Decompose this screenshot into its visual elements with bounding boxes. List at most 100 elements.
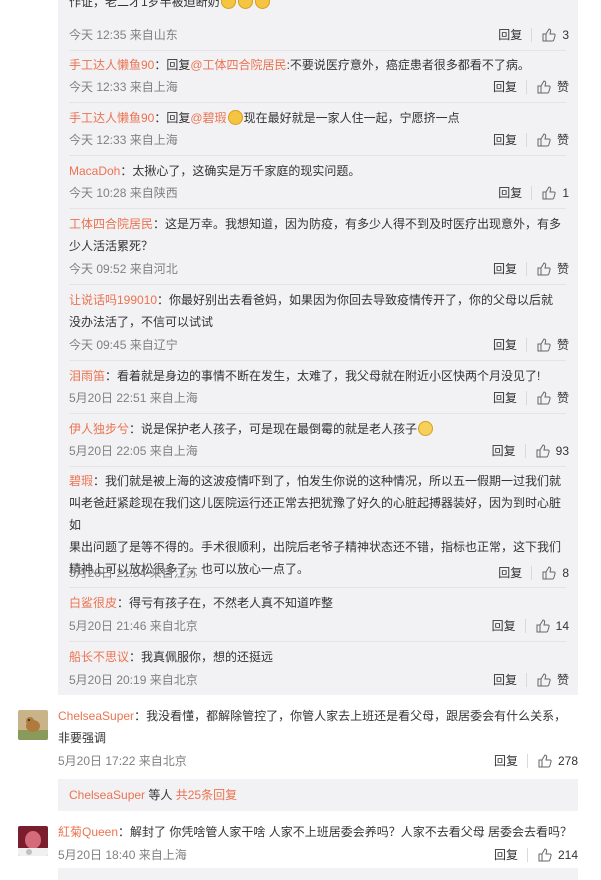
like-button[interactable]: 赞 <box>537 671 569 689</box>
reply-button[interactable]: 回复 <box>493 391 527 405</box>
reply-button[interactable]: 回复 <box>493 262 527 276</box>
mention-link[interactable]: @碧瑕 <box>190 111 226 125</box>
reply-text: 叫老爸赶紧趁现在我们这儿医院运行还正常去把犹豫了好久的心脏起搏器装好，因为到时心… <box>69 496 562 532</box>
like-button[interactable]: 8 <box>542 564 569 582</box>
reply-meta: 今天 12:33 来自上海 回复 赞 <box>69 131 569 149</box>
comment-item: 紅菊Queen：解封了 你凭啥管人家干啥 人家不上班居委会养吗？人家不去看父母 … <box>58 821 578 862</box>
smile-emoji-icon <box>220 0 236 9</box>
comment-time: 5月20日 18:40 来自上海 <box>58 848 187 862</box>
reply-username[interactable]: 让说话吗199010 <box>69 293 157 307</box>
reply-username[interactable]: 手工达人懒鱼90 <box>69 111 154 125</box>
more-replies-link[interactable]: 共25条回复 <box>176 788 237 802</box>
like-count: 14 <box>555 619 569 633</box>
reply-meta: 今天 10:28 来自陕西 回复 1 <box>69 184 569 202</box>
reply-item: 作证，老二才1岁半被迫断奶 今天 12:35 来自山东 回复 3 <box>69 0 569 46</box>
divider <box>69 155 566 156</box>
thumbs-up-icon <box>537 262 551 276</box>
reply-button[interactable]: 回复 <box>493 673 527 687</box>
divider <box>69 102 566 103</box>
reply-item: MacaDoh：太揪心了，这确实是万千家庭的现实问题。 今天 10:28 来自陕… <box>69 160 569 206</box>
reply-time: 今天 12:33 来自上海 <box>69 80 178 94</box>
reply-button[interactable]: 回复 <box>493 338 527 352</box>
divider <box>69 360 566 361</box>
comment-text: 非要强调 <box>58 731 107 745</box>
like-button[interactable]: 赞 <box>537 260 569 278</box>
avatar[interactable] <box>18 710 48 740</box>
reply-button[interactable]: 回复 <box>498 186 533 200</box>
reply-meta: 5月20日 21:46 来自北京 回复 14 <box>69 617 569 635</box>
thumbs-up-icon <box>538 754 552 768</box>
reply-username[interactable]: 伊人独步兮 <box>69 422 129 436</box>
like-button[interactable]: 赞 <box>537 78 569 96</box>
comment-time: 5月20日 17:22 来自北京 <box>58 754 187 768</box>
thumbs-up-icon <box>542 186 556 200</box>
reply-item: 伊人独步兮：说是保护老人孩子，可是现在最倒霉的就是老人孩子 5月20日 22:0… <box>69 418 569 464</box>
reply-meta: 今天 12:35 来自山东 回复 3 <box>69 26 569 44</box>
like-button[interactable]: 1 <box>542 184 569 202</box>
reply-item: 让说话吗199010：你最好别出去看爸妈，如果因为你回去导致疫情传开了，你的父母… <box>69 289 569 357</box>
reply-username[interactable]: 白鲨很皮 <box>69 596 117 610</box>
thumbs-up-icon <box>537 80 551 94</box>
reply-username[interactable]: 泪雨笛 <box>69 369 105 383</box>
reply-item: 手工达人懒鱼90：回复@工体四合院居民:不要说医疗意外，癌症患者很多都看不了病。… <box>69 58 569 96</box>
reply-text: 果出问题了是等不得的。手术很顺利，出院后老爷子精神状态还不错，指标也正常，这下我… <box>69 540 562 554</box>
thumbs-up-icon <box>537 338 551 352</box>
smile-emoji-icon <box>237 0 253 9</box>
avatar[interactable] <box>18 826 48 856</box>
thumbs-up-icon <box>536 619 550 633</box>
like-button[interactable]: 3 <box>542 26 569 44</box>
reply-meta: 5月20日 21:54 来自江苏 回复 8 <box>69 564 569 582</box>
reply-button[interactable]: 回复 <box>492 444 526 458</box>
reply-item: 碧瑕：我们就是被上海的这波疫情吓到了，怕发生你说的这种情况，所以五一假期一过我们… <box>69 470 569 584</box>
mention-link[interactable]: @工体四合院居民 <box>190 58 286 72</box>
like-count: 214 <box>557 848 578 862</box>
like-button[interactable]: 赞 <box>537 389 569 407</box>
reply-time: 今天 10:28 来自陕西 <box>69 186 178 200</box>
like-button[interactable]: 93 <box>536 442 569 460</box>
reply-username[interactable]: 工体四合院居民 <box>69 217 153 231</box>
reply-meta: 5月20日 22:05 来自上海 回复 93 <box>69 442 569 460</box>
reply-username[interactable]: 碧瑕 <box>69 474 93 488</box>
like-count: 赞 <box>556 338 569 352</box>
reply-button[interactable]: 回复 <box>498 28 533 42</box>
dog-avatar-icon <box>18 710 48 740</box>
reply-button[interactable]: 回复 <box>492 619 526 633</box>
reply-username[interactable]: 船长不思议 <box>69 650 129 664</box>
reply-item: 船长不思议：我真佩服你，想的还挺远 5月20日 20:19 来自北京 回复 赞 <box>69 646 569 692</box>
like-button[interactable]: 214 <box>538 846 578 864</box>
like-button[interactable]: 14 <box>536 617 569 635</box>
like-button[interactable]: 278 <box>538 752 578 770</box>
reply-text: ：我们就是被上海的这波疫情吓到了，怕发生你说的这种情况，所以五一假期一过我们就 <box>93 474 562 488</box>
like-button[interactable]: 赞 <box>537 131 569 149</box>
reply-button[interactable]: 回复 <box>493 133 527 147</box>
reply-button[interactable]: 回复 <box>494 754 528 768</box>
like-count: 赞 <box>556 391 569 405</box>
more-replies-bar[interactable]: ChelseaSuper 等人 共25条回复 <box>58 779 578 811</box>
comment-item: ChelseaSuper：我没看懂，都解除管控了，你管人家去上班还是看父母，跟居… <box>58 705 578 768</box>
reply-button[interactable]: 回复 <box>498 566 533 580</box>
reply-text: ：我真佩服你，想的还挺远 <box>129 650 274 664</box>
comment-text: ：我没看懂，都解除管控了，你管人家去上班还是看父母，跟居委会有什么关系， <box>134 709 567 723</box>
reply-username[interactable]: 手工达人懒鱼90 <box>69 58 154 72</box>
comment-username[interactable]: ChelseaSuper <box>58 709 134 723</box>
thumbs-up-icon <box>542 28 556 42</box>
divider <box>69 208 566 209</box>
comment-username[interactable]: 紅菊Queen <box>58 825 118 839</box>
reply-text: ：这是万幸。我想知道，因为防疫，有多少人得不到及时医疗出现意外，有多 <box>153 217 562 231</box>
reply-button[interactable]: 回复 <box>493 80 527 94</box>
comment-meta: 5月20日 18:40 来自上海 回复 214 <box>58 846 578 864</box>
divider <box>69 641 566 642</box>
reply-time: 5月20日 22:51 来自上海 <box>69 391 198 405</box>
reply-time: 5月20日 20:19 来自北京 <box>69 673 198 687</box>
reply-username[interactable]: ChelseaSuper <box>69 788 145 802</box>
reply-text: :不要说医疗意外，癌症患者很多都看不了病。 <box>286 58 530 72</box>
thumbs-up-icon <box>542 566 556 580</box>
reply-item: 泪雨笛：看着就是身边的事情不断在发生，太难了，我父母就在附近小区快两个月没见了!… <box>69 365 569 411</box>
comment-meta: 5月20日 17:22 来自北京 回复 278 <box>58 752 578 770</box>
like-count: 278 <box>557 754 578 768</box>
like-button[interactable]: 赞 <box>537 336 569 354</box>
reply-text: 作证，老二才1岁半被迫断奶 <box>69 0 220 9</box>
reply-button[interactable]: 回复 <box>494 848 528 862</box>
reply-username[interactable]: MacaDoh <box>69 164 120 178</box>
reply-text: ：你最好别出去看爸妈，如果因为你回去导致疫情传开了，你的父母以后就 <box>157 293 554 307</box>
